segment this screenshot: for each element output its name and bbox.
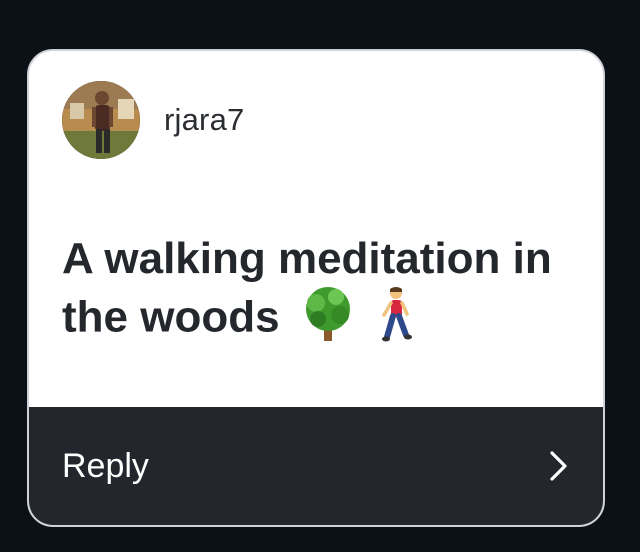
card-header: rjara7 bbox=[62, 81, 244, 159]
message-card: rjara7 A walking meditation in the woods bbox=[27, 49, 605, 527]
avatar[interactable] bbox=[62, 81, 140, 159]
message-text-block: A walking meditation in the woods bbox=[62, 233, 582, 355]
reply-label: Reply bbox=[62, 446, 149, 485]
chevron-right-icon bbox=[550, 451, 567, 481]
tree-icon bbox=[300, 285, 356, 355]
username[interactable]: rjara7 bbox=[164, 102, 244, 138]
profile-photo-icon bbox=[62, 81, 140, 159]
walking-person-icon bbox=[376, 285, 416, 355]
reply-button[interactable]: Reply bbox=[29, 407, 603, 525]
